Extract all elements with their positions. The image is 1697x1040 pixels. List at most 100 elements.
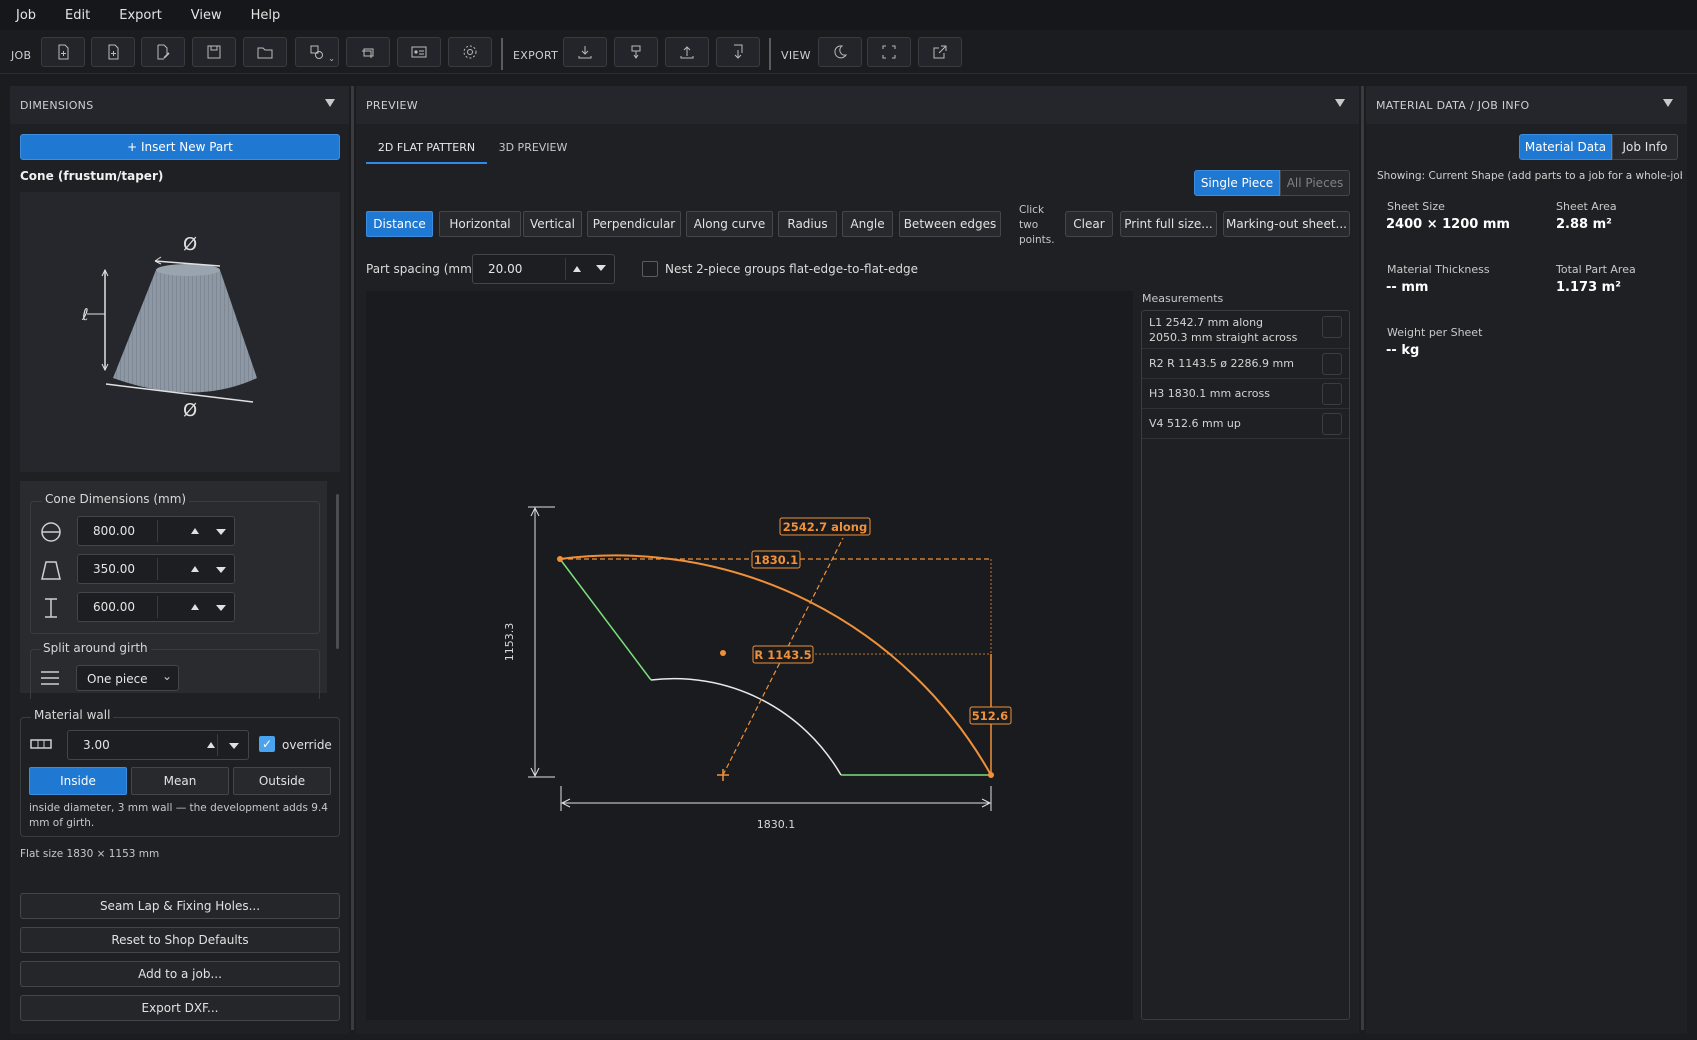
increment-icon[interactable] [573, 266, 581, 272]
wall-mode-mean[interactable]: Mean [131, 767, 229, 795]
measurement-item-h3[interactable]: H3 1830.1 mm across [1142, 379, 1349, 409]
decrement-icon[interactable] [216, 567, 226, 573]
export-pdf-button[interactable] [614, 37, 658, 67]
reset-defaults-button[interactable]: Reset to Shop Defaults [20, 927, 340, 953]
wall-thickness-icon [30, 739, 52, 749]
add-to-job-button[interactable]: Add to a job... [20, 961, 340, 987]
open-folder-button[interactable] [243, 37, 287, 67]
tool-horizontal[interactable]: Horizontal [439, 211, 521, 237]
dark-mode-button[interactable] [818, 37, 862, 67]
nest-checkbox[interactable] [642, 261, 658, 277]
id-card-button[interactable] [397, 37, 441, 67]
measurement-item-v4[interactable]: V4 512.6 mm up [1142, 409, 1349, 439]
fullscreen-button[interactable] [867, 37, 911, 67]
new-file-button[interactable] [41, 37, 85, 67]
tool-between-edges[interactable]: Between edges [899, 211, 1001, 237]
taper-icon [41, 561, 61, 580]
tool-perpendicular[interactable]: Perpendicular [587, 211, 681, 237]
marking-out-sheet-button[interactable]: Marking-out sheet... [1223, 211, 1350, 237]
save-button[interactable] [192, 37, 236, 67]
export-upload-button[interactable] [665, 37, 709, 67]
export-file-button[interactable] [716, 37, 760, 67]
part-spacing-input[interactable]: 20.00 [472, 254, 615, 284]
material-panel [1366, 124, 1687, 1034]
decrement-icon[interactable] [216, 529, 226, 535]
export-download-button[interactable] [563, 37, 607, 67]
increment-icon[interactable] [191, 566, 199, 572]
split-select[interactable]: One piece ⌄ [76, 665, 179, 691]
shapes-icon [310, 45, 323, 59]
tab-3d-preview[interactable]: 3D PREVIEW [497, 141, 569, 164]
seam-edge-left [559, 558, 652, 681]
inner-arc [650, 677, 842, 776]
measurement-item-l1[interactable]: L1 2542.7 mm along 2050.3 mm straight ac… [1142, 312, 1349, 349]
center-crosshair-icon [717, 769, 729, 781]
flat-pattern-canvas[interactable]: 2542.7 along 1830.1 R 1143.5 512.6 1153.… [366, 291, 1133, 1020]
menu-view[interactable]: View [175, 8, 235, 23]
left-splitter[interactable] [351, 86, 354, 1030]
settings-button[interactable] [448, 37, 492, 67]
fullscreen-icon [882, 45, 896, 59]
height-input[interactable]: 600.00 [77, 592, 235, 622]
wall-mode-outside[interactable]: Outside [233, 767, 331, 795]
tool-distance[interactable]: Distance [366, 211, 433, 237]
new-file-icon [58, 44, 69, 60]
sheet-area-key: Sheet Area [1556, 200, 1617, 213]
export-dxf-button[interactable]: Export DXF... [20, 995, 340, 1021]
measurement-item-r2[interactable]: R2 R 1143.5 ø 2286.9 mm [1142, 349, 1349, 379]
increment-icon[interactable] [207, 742, 215, 748]
all-pieces-toggle[interactable]: All Pieces [1280, 170, 1350, 196]
tool-radius[interactable]: Radius [778, 211, 837, 237]
collapse-caret-icon[interactable] [325, 99, 335, 107]
tab-material-data[interactable]: Material Data [1519, 134, 1612, 160]
edit-file-button[interactable] [141, 37, 185, 67]
measurement-toggle[interactable] [1322, 413, 1342, 435]
tool-along-curve[interactable]: Along curve [686, 211, 773, 237]
toolbar: JOB ⌄ EXPORT VIEW [0, 32, 1697, 74]
menu-job[interactable]: Job [0, 8, 49, 23]
shapes-dropdown-button[interactable]: ⌄ [295, 37, 339, 67]
new-part-button[interactable] [91, 37, 135, 67]
measurement-toggle[interactable] [1322, 383, 1342, 405]
menu-export[interactable]: Export [103, 8, 175, 23]
tool-vertical[interactable]: Vertical [523, 211, 582, 237]
measurement-toggle[interactable] [1322, 316, 1342, 338]
point-b[interactable] [720, 650, 726, 656]
diameter-bottom-input[interactable]: 350.00 [77, 554, 235, 584]
single-piece-toggle[interactable]: Single Piece [1194, 170, 1280, 196]
dimensions-scrollbar[interactable] [336, 494, 339, 649]
tool-angle[interactable]: Angle [842, 211, 893, 237]
menu-edit[interactable]: Edit [49, 8, 103, 23]
measurement-text: R2 R 1143.5 ø 2286.9 mm [1149, 357, 1294, 370]
menu-help[interactable]: Help [235, 8, 294, 23]
decrement-icon[interactable] [216, 605, 226, 611]
point-c[interactable] [988, 772, 994, 778]
layers-button[interactable] [346, 37, 390, 67]
layers-icon [362, 48, 374, 58]
diameter-top-input[interactable]: 800.00 [77, 516, 235, 546]
right-splitter[interactable] [1361, 86, 1364, 1030]
wall-thickness-input[interactable]: 3.00 [67, 730, 249, 760]
override-checkbox[interactable]: ✓ [259, 736, 275, 752]
clear-button[interactable]: Clear [1065, 211, 1113, 237]
tab-2d-flat-pattern[interactable]: 2D FLAT PATTERN [366, 141, 487, 164]
seam-lap-button[interactable]: Seam Lap & Fixing Holes... [20, 893, 340, 919]
tab-job-info[interactable]: Job Info [1612, 134, 1678, 160]
print-full-size-button[interactable]: Print full size... [1120, 211, 1217, 237]
shape-title: Cone (frustum/taper) [20, 169, 164, 183]
sheet-size-key: Sheet Size [1387, 200, 1445, 213]
popout-button[interactable] [918, 37, 962, 67]
measurement-toggle[interactable] [1322, 353, 1342, 375]
collapse-caret-icon[interactable] [1335, 99, 1345, 107]
increment-icon[interactable] [191, 604, 199, 610]
split-title: Split around girth [40, 641, 151, 655]
point-a[interactable] [557, 556, 563, 562]
decrement-icon[interactable] [596, 265, 606, 271]
increment-icon[interactable] [191, 528, 199, 534]
insert-new-part-button[interactable]: + Insert New Part [20, 134, 340, 160]
collapse-caret-icon[interactable] [1663, 99, 1673, 107]
material-wall-title: Material wall [31, 708, 114, 722]
decrement-icon[interactable] [229, 743, 239, 749]
add-file-icon [108, 44, 119, 60]
wall-mode-inside[interactable]: Inside [29, 767, 127, 795]
